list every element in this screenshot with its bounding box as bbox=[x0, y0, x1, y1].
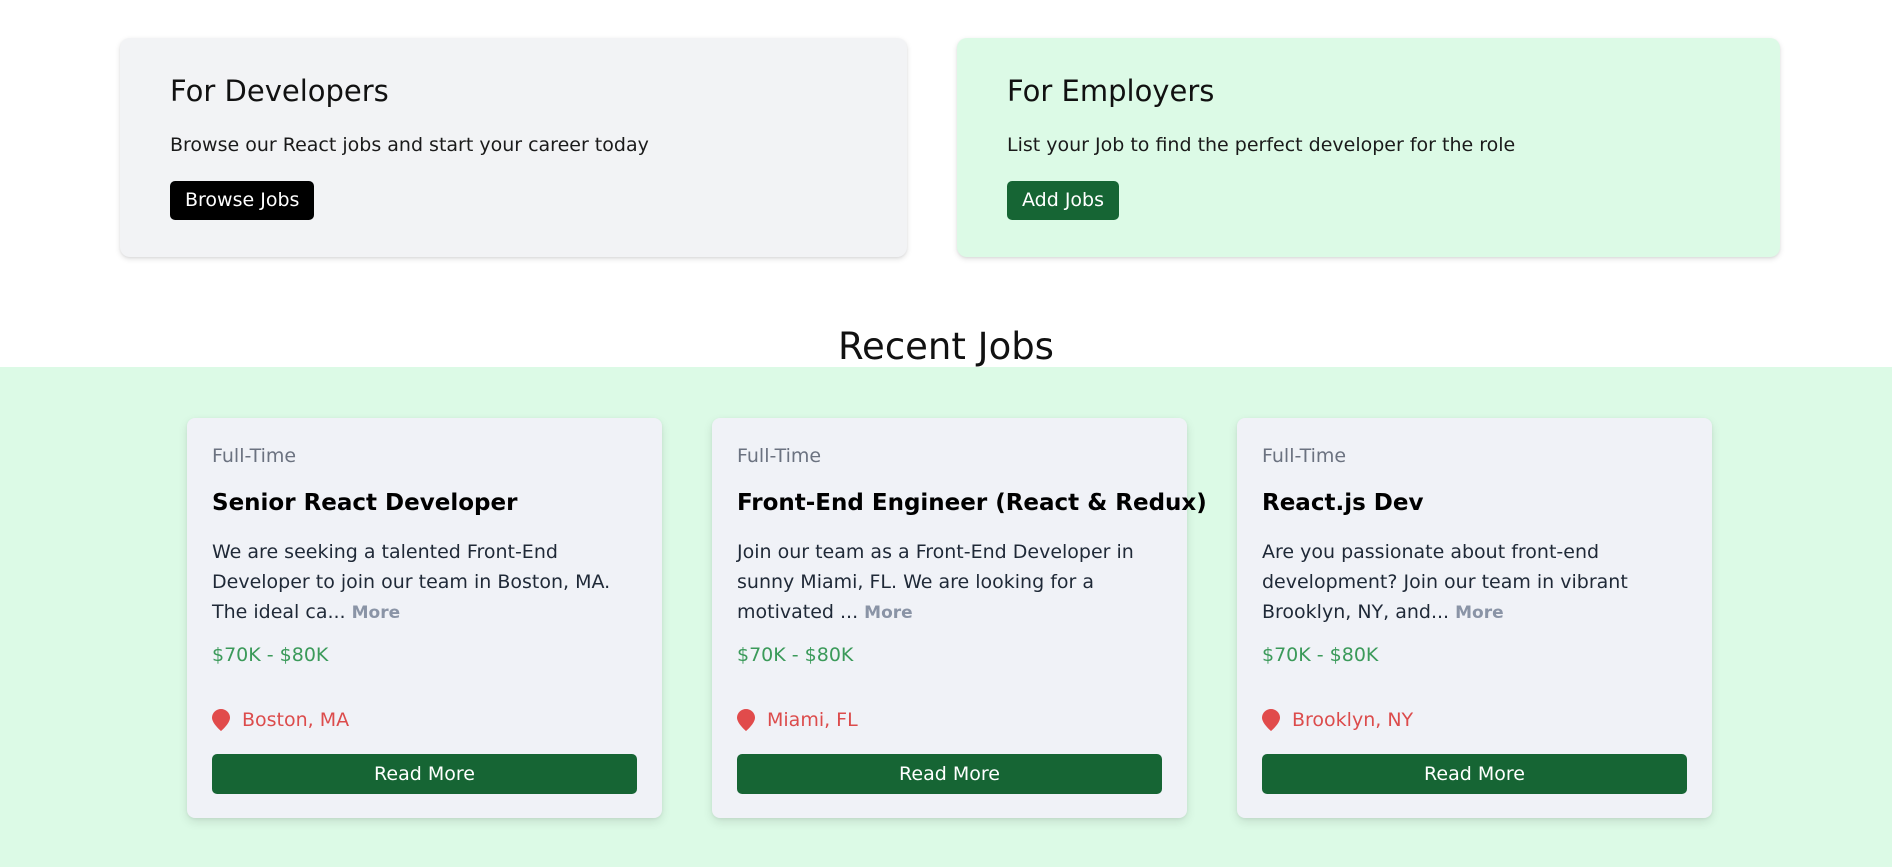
job-card: Full-Time Senior React Developer We are … bbox=[187, 418, 662, 818]
job-description-text: Are you passionate about front-end devel… bbox=[1262, 541, 1628, 623]
developers-text: Browse our React jobs and start your car… bbox=[170, 133, 649, 156]
job-type: Full-Time bbox=[212, 445, 297, 467]
job-description: We are seeking a talented Front-End Deve… bbox=[212, 537, 642, 628]
hero-cards: For Developers Browse our React jobs and… bbox=[120, 38, 1780, 258]
job-description: Join our team as a Front-End Developer i… bbox=[737, 537, 1167, 628]
job-title: Senior React Developer bbox=[212, 490, 518, 516]
map-pin-icon bbox=[1262, 709, 1280, 731]
employers-title: For Employers bbox=[1007, 74, 1215, 108]
job-description-text: We are seeking a talented Front-End Deve… bbox=[212, 541, 611, 623]
more-link[interactable]: More bbox=[1455, 603, 1504, 623]
job-location-text: Miami, FL bbox=[767, 709, 858, 731]
job-card: Full-Time React.js Dev Are you passionat… bbox=[1237, 418, 1712, 818]
job-location: Brooklyn, NY bbox=[1262, 709, 1413, 731]
read-more-button[interactable]: Read More bbox=[212, 754, 637, 794]
employers-card: For Employers List your Job to find the … bbox=[957, 38, 1780, 257]
job-title: Front-End Engineer (React & Redux) bbox=[737, 490, 1207, 516]
more-link[interactable]: More bbox=[352, 603, 401, 623]
recent-jobs-title: Recent Jobs bbox=[838, 325, 1054, 368]
job-salary: $70K - $80K bbox=[1262, 644, 1379, 666]
read-more-button[interactable]: Read More bbox=[737, 754, 1162, 794]
job-location: Boston, MA bbox=[212, 709, 349, 731]
job-description: Are you passionate about front-end devel… bbox=[1262, 537, 1692, 628]
job-salary: $70K - $80K bbox=[212, 644, 329, 666]
job-title: React.js Dev bbox=[1262, 490, 1424, 516]
job-card: Full-Time Front-End Engineer (React & Re… bbox=[712, 418, 1207, 818]
more-link[interactable]: More bbox=[864, 603, 913, 623]
job-type: Full-Time bbox=[737, 445, 822, 467]
read-more-button[interactable]: Read More bbox=[1262, 754, 1687, 794]
job-location: Miami, FL bbox=[737, 709, 858, 731]
job-salary: $70K - $80K bbox=[737, 644, 854, 666]
developers-title: For Developers bbox=[170, 74, 389, 108]
map-pin-icon bbox=[737, 709, 755, 731]
job-type: Full-Time bbox=[1262, 445, 1347, 467]
map-pin-icon bbox=[212, 709, 230, 731]
job-location-text: Brooklyn, NY bbox=[1292, 709, 1414, 731]
job-description-text: Join our team as a Front-End Developer i… bbox=[737, 541, 1134, 623]
job-location-text: Boston, MA bbox=[242, 709, 350, 731]
add-jobs-button[interactable]: Add Jobs bbox=[1007, 181, 1120, 221]
employers-text: List your Job to find the perfect develo… bbox=[1007, 133, 1516, 156]
developers-card: For Developers Browse our React jobs and… bbox=[120, 38, 907, 257]
browse-jobs-button[interactable]: Browse Jobs bbox=[170, 181, 315, 221]
